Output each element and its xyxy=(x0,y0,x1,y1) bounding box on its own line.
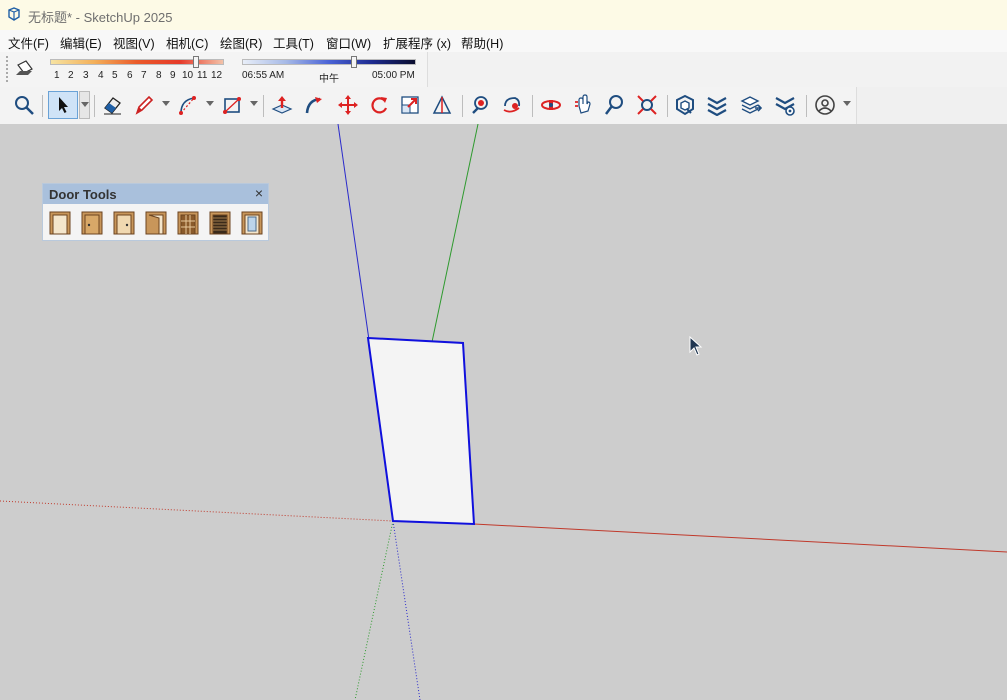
zoom-icon[interactable] xyxy=(601,91,629,119)
menu-edit[interactable]: 编辑(E) xyxy=(60,33,102,52)
month-tick: 10 xyxy=(182,70,194,81)
arc-icon[interactable] xyxy=(174,91,202,119)
account-dropdown[interactable] xyxy=(843,101,851,106)
push-pull-icon[interactable] xyxy=(268,91,296,119)
menu-extensions[interactable]: 扩展程序 (x) xyxy=(383,33,451,52)
scale-icon[interactable] xyxy=(396,91,424,119)
month-tick: 12 xyxy=(211,70,223,81)
menu-draw[interactable]: 绘图(R) xyxy=(220,33,262,52)
door-frame-icon[interactable] xyxy=(49,211,71,235)
account-icon[interactable] xyxy=(811,91,839,119)
shadows-panel: 1 2 3 4 5 6 7 8 9 10 11 12 06:55 AM 中午 0… xyxy=(0,52,428,87)
rotate-icon[interactable] xyxy=(365,91,393,119)
toolbar-separator xyxy=(263,95,264,117)
door-tools-title: Door Tools xyxy=(49,187,117,202)
orbit-icon[interactable] xyxy=(498,91,526,119)
title-bar: 无标题* - SketchUp 2025 xyxy=(0,0,1007,30)
red-axis-negative xyxy=(0,500,394,522)
menu-window[interactable]: 窗口(W) xyxy=(326,33,371,52)
red-axis-positive xyxy=(473,523,1007,553)
extension-manager-icon[interactable] xyxy=(771,91,799,119)
toolbar-separator xyxy=(806,95,807,117)
close-icon[interactable]: × xyxy=(255,185,263,201)
menu-file[interactable]: 文件(F) xyxy=(8,33,49,52)
move-icon[interactable] xyxy=(334,91,362,119)
month-tick: 11 xyxy=(197,70,208,81)
extension-warehouse-icon[interactable] xyxy=(703,91,731,119)
menu-camera[interactable]: 相机(C) xyxy=(166,33,208,52)
door-paneled-icon[interactable] xyxy=(177,211,199,235)
time-slider[interactable] xyxy=(242,59,416,65)
warehouse-icon[interactable] xyxy=(671,91,699,119)
pencil-dropdown[interactable] xyxy=(162,101,170,106)
sketchup-logo-icon xyxy=(8,7,20,21)
month-tick: 7 xyxy=(141,70,147,81)
menu-help[interactable]: 帮助(H) xyxy=(461,33,503,52)
month-tick: 2 xyxy=(68,70,74,81)
month-slider-thumb[interactable] xyxy=(193,56,199,68)
toolbar-separator xyxy=(532,95,533,117)
pencil-icon[interactable] xyxy=(130,91,158,119)
time-slider-thumb[interactable] xyxy=(351,56,358,68)
shadow-toggle-icon[interactable] xyxy=(14,59,36,79)
month-tick: 9 xyxy=(170,70,176,81)
toolbar-separator xyxy=(667,95,668,117)
pan-icon[interactable] xyxy=(537,91,565,119)
month-tick: 6 xyxy=(127,70,133,81)
rectangle-icon[interactable] xyxy=(218,91,246,119)
toolbar-separator xyxy=(42,95,43,117)
menu-bar: 文件(F) 编辑(E) 视图(V) 相机(C) 绘图(R) 工具(T) 窗口(W… xyxy=(0,30,1007,52)
time-start-label: 06:55 AM xyxy=(242,70,285,81)
search-icon[interactable] xyxy=(10,91,38,119)
toolbar-grip[interactable] xyxy=(6,56,10,82)
time-noon-label: 中午 xyxy=(319,74,339,85)
layout-icon[interactable] xyxy=(737,91,765,119)
arc-dropdown[interactable] xyxy=(206,101,214,106)
month-tick: 1 xyxy=(54,70,60,81)
blue-axis-positive xyxy=(337,124,370,341)
green-axis-negative xyxy=(354,520,394,700)
rectangle-dropdown[interactable] xyxy=(250,101,258,106)
door-single-icon[interactable] xyxy=(81,211,103,235)
window-title: 无标题* - SketchUp 2025 xyxy=(28,10,173,25)
eraser-icon[interactable] xyxy=(98,91,126,119)
paint-bucket-icon[interactable] xyxy=(466,91,494,119)
menu-view[interactable]: 视图(V) xyxy=(113,33,155,52)
month-tick: 4 xyxy=(98,70,104,81)
month-tick: 5 xyxy=(112,70,118,81)
follow-me-icon[interactable] xyxy=(300,91,328,119)
green-axis-positive xyxy=(431,124,479,343)
time-end-label: 05:00 PM xyxy=(372,70,415,81)
select-icon[interactable] xyxy=(48,91,78,119)
walk-icon[interactable] xyxy=(569,91,597,119)
selected-face[interactable] xyxy=(366,336,476,526)
tape-measure-icon[interactable] xyxy=(428,91,456,119)
menu-tools[interactable]: 工具(T) xyxy=(273,33,314,52)
door-louver-icon[interactable] xyxy=(209,211,231,235)
blue-axis-negative xyxy=(392,520,421,700)
door-glass-icon[interactable] xyxy=(241,211,263,235)
select-dropdown[interactable] xyxy=(79,91,90,119)
door-open-frame-icon[interactable] xyxy=(145,211,167,235)
month-tick: 3 xyxy=(83,70,89,81)
door-handle-icon[interactable] xyxy=(113,211,135,235)
main-toolbar xyxy=(0,87,1007,124)
mouse-cursor-icon xyxy=(689,336,703,356)
door-tools-toolbar: Door Tools × xyxy=(42,183,269,241)
shadows-toolbar: 1 2 3 4 5 6 7 8 9 10 11 12 06:55 AM 中午 0… xyxy=(0,52,1007,87)
toolbar-separator xyxy=(462,95,463,117)
toolbar-separator xyxy=(94,95,95,117)
zoom-extents-icon[interactable] xyxy=(633,91,661,119)
month-tick: 8 xyxy=(156,70,162,81)
main-toolbar-panel xyxy=(0,87,857,124)
door-tools-header[interactable]: Door Tools × xyxy=(43,184,268,204)
